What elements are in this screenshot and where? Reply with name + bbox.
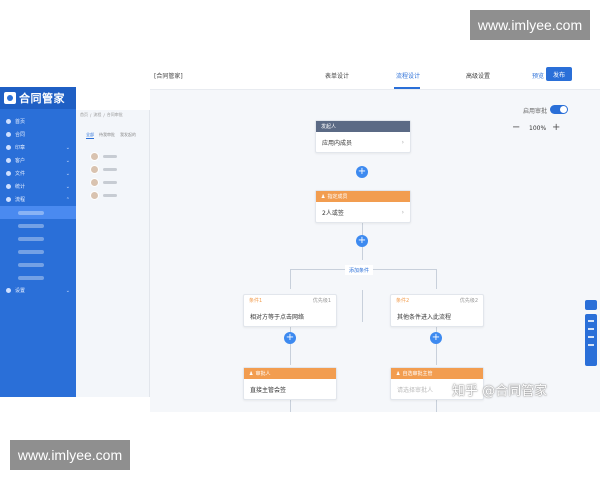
side-tool-button[interactable] (585, 300, 597, 310)
connector (290, 269, 291, 289)
chevron-right-icon: › (401, 138, 404, 146)
list-item[interactable] (90, 150, 117, 163)
panel-tabs: 全部 待我审批 我发起的 (86, 132, 136, 139)
app-sidebar: 合同管家 首页 合同 印章 ⌄ 客户 ⌄ 文件 ⌄ 统计 ⌄ 流程 ⌃ 设置 ⌄ (0, 87, 76, 397)
connector (362, 290, 363, 322)
list-item[interactable] (90, 163, 117, 176)
sidebar-item-seal[interactable]: 印章 ⌄ (0, 141, 76, 154)
node-header: 发起人 (316, 121, 410, 132)
tab-flow-design[interactable]: 流程设计 (396, 71, 420, 80)
toggle-label: 启用审批 (523, 108, 548, 115)
connector (436, 269, 437, 289)
chevron-up-icon: ⌃ (65, 196, 70, 203)
seal-icon (6, 145, 11, 150)
add-node-button[interactable]: + (430, 332, 442, 344)
list-item[interactable] (90, 176, 117, 189)
breadcrumb: 首页 / 流程 / 合同审批 (80, 112, 123, 118)
sidebar-subitem[interactable] (0, 232, 76, 245)
sidebar-subitem[interactable] (0, 258, 76, 271)
node-body: 直接主管会签 (250, 386, 287, 394)
avatar (90, 165, 99, 174)
connector (290, 325, 291, 365)
chevron-down-icon: ⌄ (65, 183, 70, 190)
sidebar-subitem-active[interactable] (0, 206, 76, 219)
connector (290, 400, 291, 412)
add-condition-button[interactable]: 添加条件 (345, 265, 374, 275)
tab-advanced-settings[interactable]: 高级设置 (466, 71, 490, 80)
chevron-down-icon: ⌄ (65, 287, 70, 294)
sidebar-subitem[interactable] (0, 219, 76, 232)
watermark-bottom: www.imlyee.com (10, 440, 130, 470)
node-body: 2人或签 › (322, 208, 404, 217)
avatar (90, 178, 99, 187)
gear-icon (6, 288, 11, 293)
panel-tab-pending[interactable]: 待我审批 (99, 132, 115, 139)
node-header: ♟ 自选审批主管 (391, 368, 483, 379)
sidebar-item-home[interactable]: 首页 (0, 115, 76, 128)
publish-button[interactable]: 发布 (546, 67, 572, 81)
chevron-right-icon: › (401, 208, 404, 216)
chevron-down-icon: ⌄ (65, 170, 70, 177)
node-header: ♟ 审批人 (244, 368, 336, 379)
logo-icon (4, 92, 16, 104)
sidebar-subitem[interactable] (0, 271, 76, 284)
avatar (90, 152, 99, 161)
node-body: 应用内成员 › (322, 138, 404, 147)
node-body: 其他条件进入此流程 (397, 313, 452, 321)
condition-node-1[interactable]: 条件1 优先级1 相对方等于点击网络 (243, 294, 337, 327)
approval-toggle[interactable] (550, 105, 568, 114)
sidebar-item-file[interactable]: 文件 ⌄ (0, 167, 76, 180)
chevron-down-icon: ⌄ (65, 144, 70, 151)
sidebar-item-customer[interactable]: 客户 ⌄ (0, 154, 76, 167)
sidebar-item-stats[interactable]: 统计 ⌄ (0, 180, 76, 193)
sidebar-subitem[interactable] (0, 245, 76, 258)
avatar (90, 191, 99, 200)
doc-title: [合同管家] (154, 73, 183, 80)
watermark-top: www.imlyee.com (470, 10, 590, 40)
condition-node-2[interactable]: 条件2 优先级2 其他条件进入此流程 (390, 294, 484, 327)
sidebar-nav: 首页 合同 印章 ⌄ 客户 ⌄ 文件 ⌄ 统计 ⌄ 流程 ⌃ 设置 ⌄ (0, 109, 76, 297)
preview-button[interactable]: 预览 (532, 71, 544, 80)
connector (436, 400, 437, 412)
zoom-level: 100% (529, 125, 547, 132)
start-node[interactable]: 发起人 应用内成员 › (315, 120, 411, 153)
panel-tab-mine[interactable]: 我发起的 (120, 132, 136, 139)
user-icon: ♟ (396, 370, 401, 377)
panel-tab-all[interactable]: 全部 (86, 132, 94, 139)
side-tool-bar[interactable] (585, 314, 597, 366)
node-header: 条件2 优先级2 (396, 298, 478, 304)
add-node-button[interactable]: + (356, 166, 368, 178)
approver-node[interactable]: ♟ 指定成员 2人或签 › (315, 190, 411, 223)
user-icon: ♟ (321, 193, 326, 200)
add-node-button[interactable]: + (356, 235, 368, 247)
sidebar-item-contract[interactable]: 合同 (0, 128, 76, 141)
connector (436, 325, 437, 365)
contract-icon (6, 132, 11, 137)
logo-text: 合同管家 (19, 93, 65, 105)
list-item[interactable] (90, 189, 117, 202)
active-tab-indicator (394, 87, 420, 89)
sidebar-item-flow[interactable]: 流程 ⌃ (0, 193, 76, 206)
zoom-in-button[interactable]: + (552, 122, 560, 133)
zoom-out-button[interactable]: − (512, 122, 520, 133)
customer-icon (6, 158, 11, 163)
add-node-button[interactable]: + (284, 332, 296, 344)
member-list (90, 150, 117, 202)
screenshot-frame: 合同管家 首页 合同 印章 ⌄ 客户 ⌄ 文件 ⌄ 统计 ⌄ 流程 ⌃ 设置 ⌄ 首页 / 流… (0, 62, 600, 412)
approver-node-branch-1[interactable]: ♟ 审批人 直接主管会签 (243, 367, 337, 400)
home-icon (6, 119, 11, 124)
tab-form-design[interactable]: 表单设计 (325, 71, 349, 80)
flow-icon (6, 197, 11, 202)
node-header: ♟ 指定成员 (316, 191, 410, 202)
user-icon: ♟ (249, 370, 254, 377)
node-body: 相对方等于点击网络 (250, 313, 305, 321)
chart-icon (6, 184, 11, 189)
file-icon (6, 171, 11, 176)
credit-watermark: 知乎 @合同管家 (452, 384, 548, 399)
node-header: 条件1 优先级1 (249, 298, 331, 304)
app-logo[interactable]: 合同管家 (0, 87, 76, 109)
chevron-down-icon: ⌄ (65, 157, 70, 164)
sidebar-item-settings[interactable]: 设置 ⌄ (0, 284, 76, 297)
